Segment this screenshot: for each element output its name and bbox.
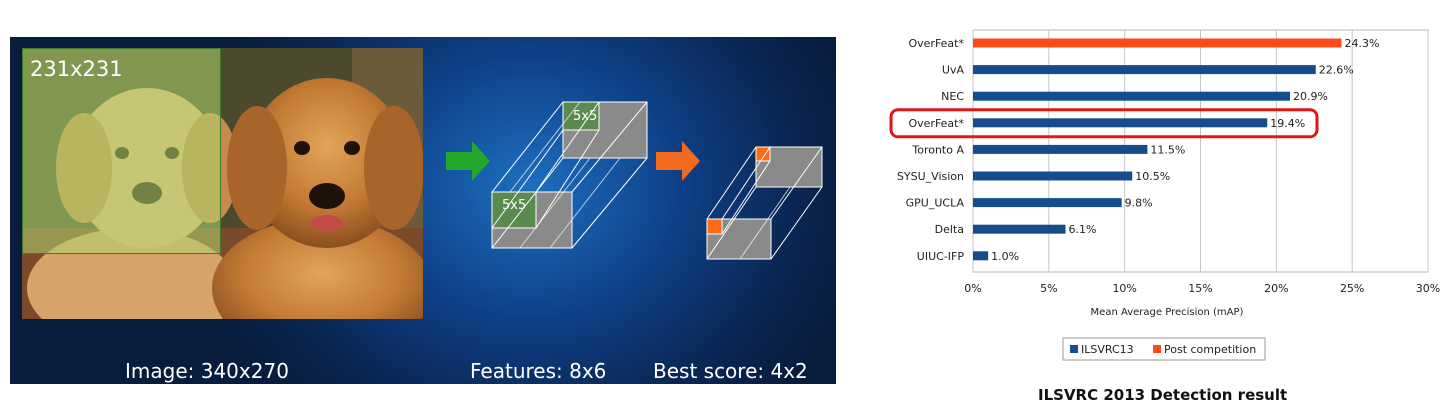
value-label: 19.4% bbox=[1270, 117, 1305, 130]
bar bbox=[973, 171, 1133, 181]
bar bbox=[973, 65, 1316, 75]
chart-title: ILSVRC 2013 Detection result bbox=[1038, 386, 1288, 404]
category-label: OverFeat* bbox=[908, 117, 964, 130]
value-label: 9.8% bbox=[1125, 197, 1153, 210]
value-label: 20.9% bbox=[1293, 90, 1328, 103]
bar bbox=[973, 91, 1290, 101]
bar bbox=[973, 38, 1342, 48]
value-label: 24.3% bbox=[1345, 37, 1380, 50]
best-score-caption: Best score: 4x2 bbox=[653, 359, 808, 383]
chart-legend: ILSVRC13 Post competition bbox=[1062, 337, 1266, 361]
detection-bar-chart: 0% 5% 10% 15% 20% 25% 30% OverFeat* 24.3% UvA 22.6… bbox=[889, 29, 1440, 361]
bar bbox=[973, 224, 1066, 234]
bar bbox=[973, 198, 1122, 208]
orange-arrow-icon bbox=[656, 141, 700, 181]
legend-label-ilsvrc13: ILSVRC13 bbox=[1081, 343, 1134, 356]
x-tick-label: 25% bbox=[1340, 282, 1364, 295]
bar bbox=[973, 251, 989, 261]
value-label: 22.6% bbox=[1319, 64, 1354, 77]
x-tick-label: 5% bbox=[1040, 282, 1057, 295]
x-tick-label: 30% bbox=[1416, 282, 1440, 295]
green-arrow-icon bbox=[446, 141, 490, 181]
feature-volume bbox=[491, 101, 648, 249]
image-size-caption: Image: 340x270 bbox=[125, 359, 289, 383]
x-tick-label: 0% bbox=[964, 282, 981, 295]
category-label: UvA bbox=[942, 64, 965, 77]
category-label: SYSU_Vision bbox=[897, 170, 964, 183]
value-label: 11.5% bbox=[1150, 143, 1185, 156]
sliding-window-diagram: 5x5 5x5 bbox=[446, 101, 823, 260]
x-tick-label: 15% bbox=[1188, 282, 1212, 295]
category-label: Delta bbox=[935, 223, 964, 236]
category-label: NEC bbox=[941, 90, 964, 103]
category-label: GPU_UCLA bbox=[906, 197, 965, 210]
legend-label-post-competition: Post competition bbox=[1164, 343, 1256, 356]
overfeat-slide: 231x231 5x5 5x5 Image: 340x270 Features:… bbox=[10, 37, 836, 384]
legend-swatch-ilsvrc13 bbox=[1070, 345, 1078, 353]
legend-swatch-post-competition bbox=[1153, 345, 1161, 353]
feature-block-label-top: 5x5 bbox=[573, 109, 597, 124]
category-label: OverFeat* bbox=[908, 37, 964, 50]
x-axis-label: Mean Average Precision (mAP) bbox=[1091, 307, 1244, 318]
category-label: Toronto A bbox=[911, 143, 964, 156]
category-label: UIUC-IFP bbox=[917, 250, 965, 263]
value-label: 6.1% bbox=[1069, 223, 1097, 236]
crop-size-label: 231x231 bbox=[30, 57, 123, 81]
features-size-caption: Features: 8x6 bbox=[470, 359, 607, 383]
bar bbox=[973, 118, 1268, 128]
value-label: 1.0% bbox=[991, 250, 1019, 263]
bar bbox=[973, 144, 1148, 154]
x-tick-label: 10% bbox=[1112, 282, 1136, 295]
x-tick-label: 20% bbox=[1264, 282, 1288, 295]
score-volume bbox=[706, 146, 823, 260]
value-label: 10.5% bbox=[1135, 170, 1170, 183]
feature-block-label-bottom: 5x5 bbox=[502, 198, 526, 213]
